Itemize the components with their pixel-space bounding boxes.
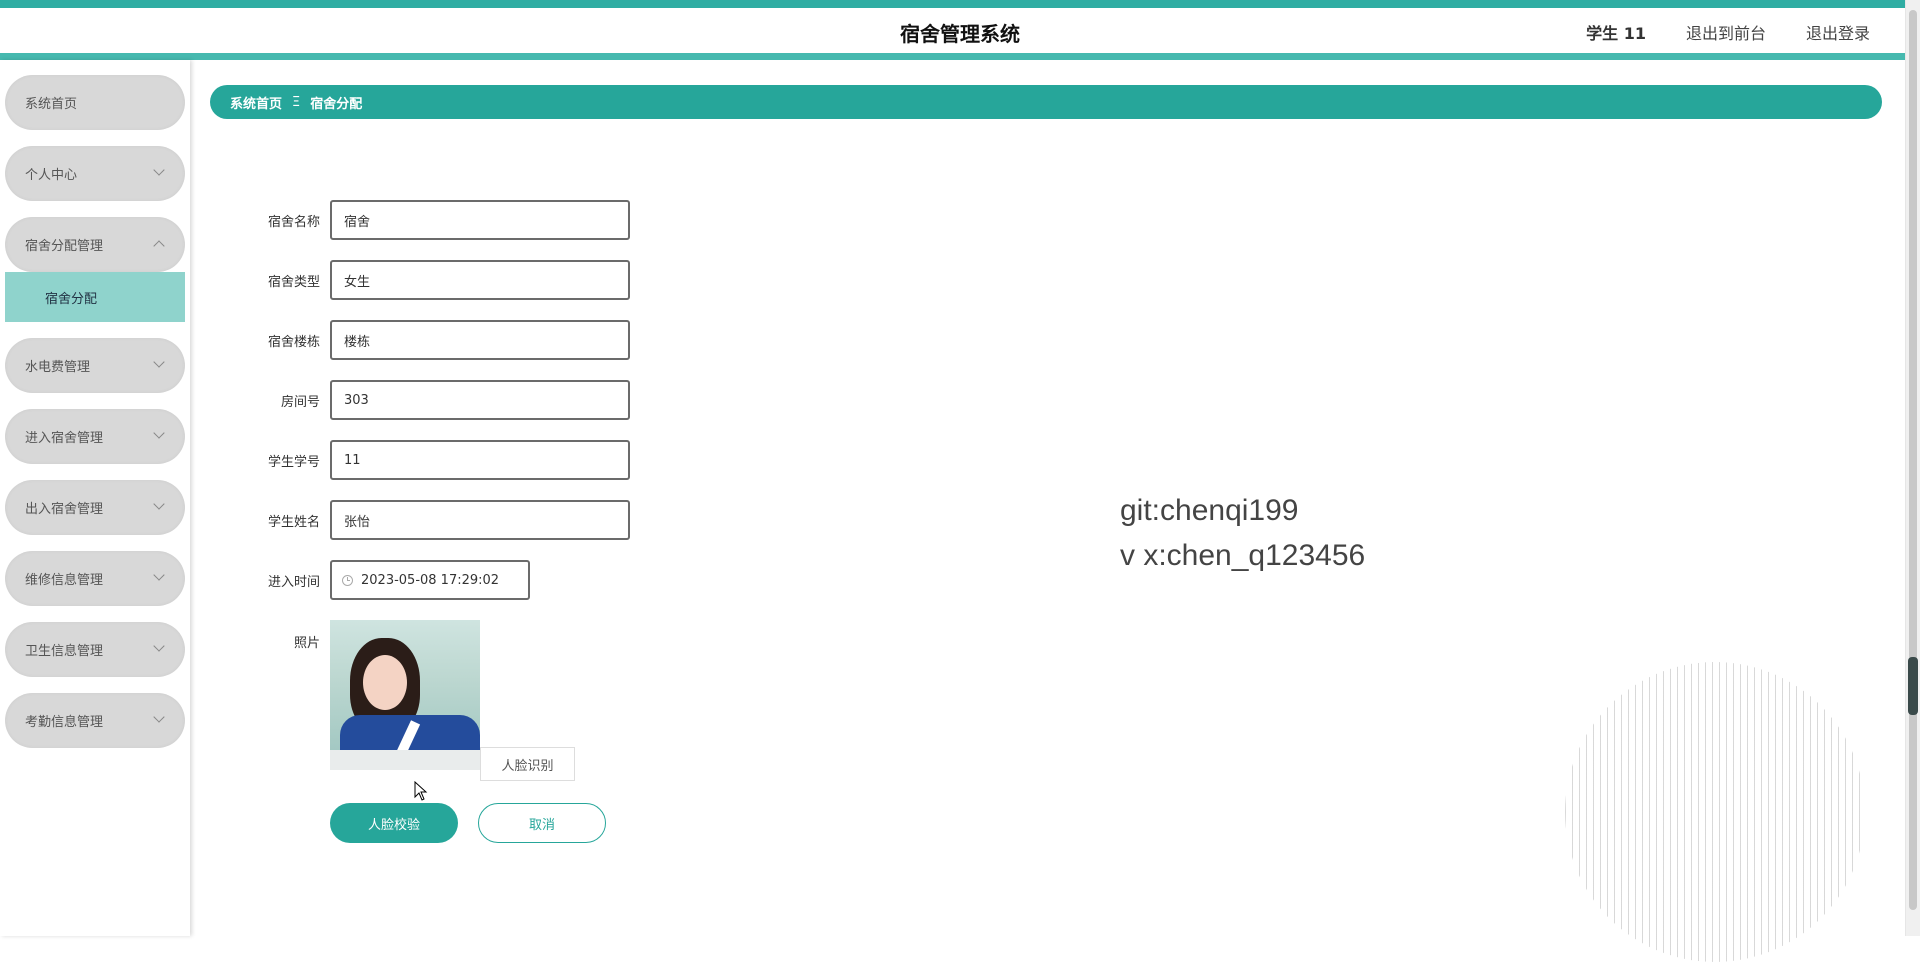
sidebar-item-personal-center[interactable]: 个人中心 bbox=[5, 146, 185, 201]
student-photo bbox=[330, 620, 480, 770]
dorm-type-label: 宿舍类型 bbox=[267, 274, 320, 290]
back-to-front-link[interactable]: 退出到前台 bbox=[1686, 20, 1766, 44]
sidebar-subitem-label: 宿舍分配 bbox=[45, 291, 98, 307]
top-bar: 宿舍管理系统 学生 11 退出到前台 退出登录 bbox=[0, 0, 1920, 60]
student-name-label: 学生姓名 bbox=[267, 514, 320, 530]
sidebar-item-attendance-management[interactable]: 考勤信息管理 bbox=[5, 693, 185, 748]
sidebar-subitem-dorm-assignment[interactable]: 宿舍分配 bbox=[5, 272, 185, 322]
sidebar-item-label: 个人中心 bbox=[25, 168, 78, 183]
photo-label: 照片 bbox=[293, 636, 320, 651]
watermark-text: git:chenqi199 v x:chen_q123456 bbox=[1120, 488, 1365, 578]
form-row-entry-time: 进入时间 2023-05-08 17:29:02 bbox=[250, 560, 530, 600]
form-row-building: 宿舍楼栋 bbox=[250, 320, 630, 360]
form-row-student-name: 学生姓名 bbox=[250, 500, 630, 540]
current-user: 学生 11 bbox=[1586, 24, 1646, 43]
form-row-dorm-type: 宿舍类型 bbox=[250, 260, 630, 300]
student-name-field[interactable] bbox=[330, 500, 630, 540]
page-scrollbar[interactable] bbox=[1905, 0, 1920, 936]
form-row-student-id: 学生学号 bbox=[250, 440, 630, 480]
logout-link[interactable]: 退出登录 bbox=[1806, 20, 1870, 44]
scrollbar-thumb[interactable] bbox=[1909, 10, 1917, 910]
form-row-room-no: 房间号 bbox=[250, 380, 630, 420]
chevron-down-icon bbox=[153, 164, 165, 176]
sidebar-menu: 系统首页 个人中心 宿舍分配管理 宿舍分配 水电费管理 进入宿舍管理 出入宿舍管… bbox=[5, 75, 185, 764]
building-field[interactable] bbox=[330, 320, 630, 360]
chevron-down-icon bbox=[153, 640, 165, 652]
sidebar-item-label: 系统首页 bbox=[25, 97, 78, 112]
student-id-field[interactable] bbox=[330, 440, 630, 480]
sidebar-item-label: 宿舍分配管理 bbox=[25, 239, 104, 254]
sidebar-item-enter-dorm-management[interactable]: 进入宿舍管理 bbox=[5, 409, 185, 464]
clock-icon bbox=[342, 574, 353, 586]
sidebar: 系统首页 个人中心 宿舍分配管理 宿舍分配 水电费管理 进入宿舍管理 出入宿舍管… bbox=[0, 60, 190, 936]
sidebar-item-label: 出入宿舍管理 bbox=[25, 502, 104, 517]
face-recognition-button[interactable]: 人脸识别 bbox=[480, 747, 575, 781]
breadcrumb-current: 宿舍分配 bbox=[310, 96, 363, 112]
sidebar-item-label: 考勤信息管理 bbox=[25, 715, 104, 730]
chevron-up-icon bbox=[153, 240, 165, 252]
chevron-down-icon bbox=[153, 356, 165, 368]
watermark-line-1: git:chenqi199 bbox=[1120, 494, 1299, 527]
side-panel-handle[interactable] bbox=[1908, 657, 1918, 715]
top-right-actions: 学生 11 退出到前台 退出登录 bbox=[1586, 20, 1870, 44]
entry-time-label: 进入时间 bbox=[267, 574, 320, 590]
sidebar-item-dorm-assignment-management[interactable]: 宿舍分配管理 bbox=[5, 217, 185, 272]
chevron-down-icon bbox=[153, 427, 165, 439]
sidebar-item-label: 水电费管理 bbox=[25, 360, 91, 375]
sidebar-item-label: 卫生信息管理 bbox=[25, 644, 104, 659]
entry-time-picker[interactable]: 2023-05-08 17:29:02 bbox=[330, 560, 530, 600]
photo-face bbox=[363, 655, 407, 710]
decorative-striped-circle bbox=[1565, 662, 1865, 962]
breadcrumb-home[interactable]: 系统首页 bbox=[230, 93, 282, 112]
sidebar-item-utility-fee-management[interactable]: 水电费管理 bbox=[5, 338, 185, 393]
building-label: 宿舍楼栋 bbox=[267, 334, 320, 350]
room-no-label: 房间号 bbox=[280, 394, 320, 410]
student-id-label: 学生学号 bbox=[267, 454, 320, 470]
sidebar-item-access-dorm-management[interactable]: 出入宿舍管理 bbox=[5, 480, 185, 535]
cancel-button[interactable]: 取消 bbox=[478, 803, 606, 843]
sidebar-item-repair-management[interactable]: 维修信息管理 bbox=[5, 551, 185, 606]
breadcrumb-separator-icon: Ξ bbox=[292, 94, 301, 110]
chevron-down-icon bbox=[153, 498, 165, 510]
chevron-down-icon bbox=[153, 711, 165, 723]
dorm-name-field[interactable] bbox=[330, 200, 630, 240]
entry-time-value: 2023-05-08 17:29:02 bbox=[361, 572, 500, 588]
sidebar-item-home[interactable]: 系统首页 bbox=[5, 75, 185, 130]
dorm-name-label: 宿舍名称 bbox=[267, 214, 320, 230]
breadcrumb: 系统首页 Ξ 宿舍分配 bbox=[210, 85, 1882, 119]
mouse-cursor-icon bbox=[414, 781, 428, 801]
form-row-dorm-name: 宿舍名称 bbox=[250, 200, 630, 240]
watermark-line-2: v x:chen_q123456 bbox=[1120, 539, 1366, 572]
dorm-type-field[interactable] bbox=[330, 260, 630, 300]
sidebar-item-label: 维修信息管理 bbox=[25, 573, 104, 588]
photo-desk bbox=[330, 750, 480, 770]
room-no-field[interactable] bbox=[330, 380, 630, 420]
face-verify-button[interactable]: 人脸校验 bbox=[330, 803, 458, 843]
sidebar-item-hygiene-management[interactable]: 卫生信息管理 bbox=[5, 622, 185, 677]
sidebar-item-label: 进入宿舍管理 bbox=[25, 431, 104, 446]
chevron-down-icon bbox=[153, 569, 165, 581]
